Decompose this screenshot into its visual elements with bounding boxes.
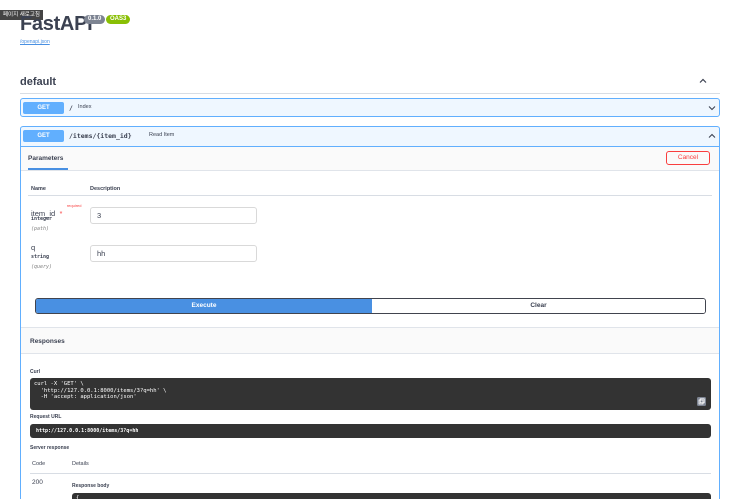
operation-read-item: GET /items/{item_id} Read Item Parameter… [20,126,720,499]
param-type: string [31,254,50,260]
operation-index[interactable]: GET / Index [20,98,720,117]
chevron-up-icon[interactable] [707,131,717,141]
required-label: required [66,203,82,208]
response-header-divider [30,473,711,474]
column-description-header: Description [90,186,121,192]
curl-command[interactable]: curl -X 'GET' \ 'http://127.0.0.1:8000/i… [30,378,711,410]
responses-title: Responses [30,338,65,345]
required-star: * [59,211,63,218]
param-location: (query) [31,264,53,270]
oas-badge: OAS3 [106,15,131,24]
openapi-json-link[interactable]: /openapi.json [20,39,50,45]
execute-clear-group: Execute Clear [35,298,706,314]
operation-summary: Index [78,104,92,110]
parameters-bar: Parameters Cancel [21,147,719,171]
server-response-label: Server response [30,445,70,451]
chevron-down-icon[interactable] [707,103,717,113]
param-location: (path) [31,226,50,232]
method-badge: GET [23,130,64,142]
q-input[interactable]: hh [90,245,257,262]
response-code: 200 [32,479,43,486]
cancel-button[interactable]: Cancel [666,151,710,165]
operation-path: / [69,104,73,112]
tab-parameters[interactable]: Parameters [28,155,63,162]
method-badge: GET [23,102,64,114]
tab-underline [28,168,68,170]
app-title: FastAPI [20,13,93,35]
version-badge: 0.1.0 [84,15,106,24]
execute-button[interactable]: Execute [36,299,372,313]
chevron-up-icon[interactable] [697,75,709,87]
response-body[interactable]: { [72,493,711,499]
section-title[interactable]: default [20,76,56,88]
param-type: integer [31,216,53,222]
item-id-input[interactable]: 3 [90,207,257,224]
curl-label: Curl [30,369,40,375]
request-url[interactable]: http://127.0.0.1:8000/items/3?q=hh [30,424,711,438]
column-details-header: Details [72,461,89,467]
responses-bar: Responses [21,327,719,354]
request-url-label: Request URL [30,414,62,420]
section-divider [20,93,720,94]
operation-path: /items/{item_id} [69,132,132,140]
column-name-header: Name [31,186,46,192]
operation-summary: Read Item [149,132,175,138]
param-name: q [31,243,36,252]
copy-icon[interactable] [697,397,706,406]
clear-button[interactable]: Clear [372,299,705,313]
column-code-header: Code [32,461,46,467]
params-header-divider [28,195,712,196]
response-body-label: Response body [72,483,110,489]
